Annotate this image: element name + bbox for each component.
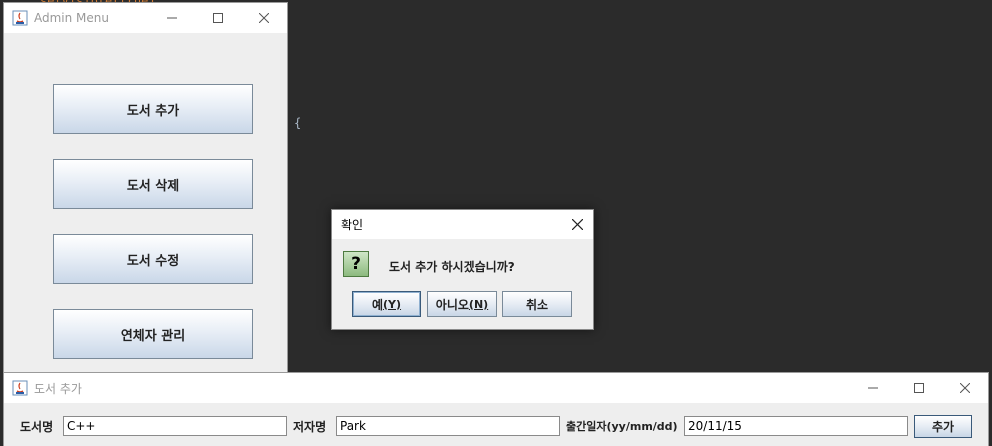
edit-book-button[interactable]: 도서 수정 xyxy=(53,234,253,284)
dialog-title: 확인 xyxy=(341,218,364,232)
dialog-titlebar[interactable]: 확인 xyxy=(332,210,593,239)
dialog-message: 도서 추가 하시겠습니까? xyxy=(389,260,515,274)
add-book-window: 도서 추가 도서명 C++ 저자명 Park 출간일자(yy/mm/dd) 20… xyxy=(3,372,989,446)
code-brace: { xyxy=(294,116,302,130)
close-icon[interactable] xyxy=(561,210,593,239)
author-label: 저자명 xyxy=(293,420,327,434)
maximize-icon[interactable] xyxy=(195,3,241,33)
close-icon[interactable] xyxy=(241,3,287,33)
delete-book-button[interactable]: 도서 삭제 xyxy=(53,159,253,209)
book-form: 도서명 C++ 저자명 Park 출간일자(yy/mm/dd) 20/11/15… xyxy=(4,403,988,446)
yes-button[interactable]: 예 (Y) xyxy=(352,291,421,317)
add-book-button[interactable]: 도서 추가 xyxy=(53,84,253,134)
confirm-dialog: 확인 ? 도서 추가 하시겠습니까? 예 (Y) 아니오 (N) 취소 xyxy=(331,209,594,330)
minimize-icon[interactable] xyxy=(149,3,195,33)
cancel-button[interactable]: 취소 xyxy=(502,291,572,317)
maximize-icon[interactable] xyxy=(896,373,942,403)
question-icon: ? xyxy=(343,251,369,277)
no-label: 아니오 xyxy=(435,297,469,312)
publish-date-input[interactable]: 20/11/15 xyxy=(684,416,908,436)
java-icon xyxy=(12,380,28,396)
admin-window-title: Admin Menu xyxy=(34,11,110,25)
publish-date-label: 출간일자(yy/mm/dd) xyxy=(566,420,678,433)
yes-mnemonic: (Y) xyxy=(383,297,402,311)
book-window-title: 도서 추가 xyxy=(34,381,82,396)
close-icon[interactable] xyxy=(942,373,988,403)
no-mnemonic: (N) xyxy=(468,297,489,311)
admin-titlebar[interactable]: Admin Menu xyxy=(4,3,287,33)
no-button[interactable]: 아니오 (N) xyxy=(427,291,497,317)
yes-label: 예 xyxy=(371,297,383,312)
java-icon xyxy=(12,10,28,26)
book-title-label: 도서명 xyxy=(20,420,54,434)
book-titlebar[interactable]: 도서 추가 xyxy=(4,373,988,403)
add-button[interactable]: 추가 xyxy=(914,415,972,438)
author-input[interactable]: Park xyxy=(336,416,560,436)
book-title-input[interactable]: C++ xyxy=(63,416,287,436)
admin-content: 도서 추가 도서 삭제 도서 수정 연체자 관리 xyxy=(4,33,287,377)
overdue-manage-button[interactable]: 연체자 관리 xyxy=(53,309,253,359)
minimize-icon[interactable] xyxy=(850,373,896,403)
admin-menu-window: Admin Menu 도서 추가 도서 삭제 도서 수정 연체자 관리 xyxy=(3,2,288,378)
